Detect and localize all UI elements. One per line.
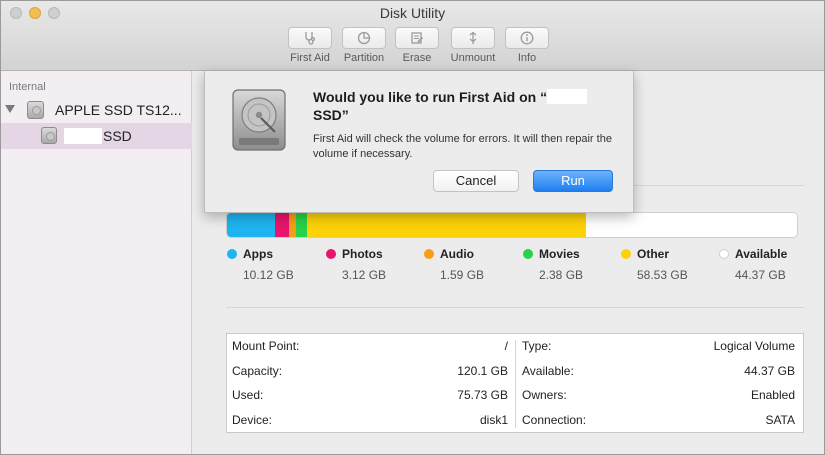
- info-value: SATA: [765, 413, 795, 427]
- legend-size: 2.38 GB: [539, 268, 584, 282]
- legend-dot: [227, 249, 237, 259]
- first-aid-button[interactable]: [288, 27, 332, 49]
- info-label: Info: [517, 52, 537, 64]
- dialog-title: Would you like to run First Aid on “ SSD”: [313, 88, 623, 124]
- legend-name: Audio: [440, 247, 474, 261]
- info-row-used: Used: 75.73 GB: [227, 383, 516, 408]
- hard-drive-icon: [232, 89, 286, 151]
- legend-name: Available: [735, 247, 788, 261]
- info-row-capacity: Capacity: 120.1 GB: [227, 359, 516, 384]
- disclosure-triangle-icon[interactable]: [5, 105, 15, 113]
- sidebar-volume-label: SSD: [103, 128, 132, 144]
- partition-button[interactable]: [342, 27, 386, 49]
- hard-drive-icon: [27, 101, 44, 119]
- dialog-title-prefix: Would you like to run First Aid on “: [313, 89, 548, 105]
- info-icon: [520, 31, 534, 45]
- redacted-volume-name: [547, 89, 588, 104]
- info-key: Type:: [522, 339, 552, 353]
- legend-dot: [621, 249, 631, 259]
- partition-icon: [357, 31, 371, 45]
- legend-dot: [326, 249, 336, 259]
- info-row-mount-point: Mount Point: /: [227, 334, 516, 359]
- info-key: Owners:: [522, 388, 567, 402]
- erase-label: Erase: [402, 52, 432, 64]
- storage-usage-bar: [226, 212, 798, 238]
- legend-dot: [719, 249, 729, 259]
- info-value: /: [504, 339, 508, 353]
- toolbar-unmount[interactable]: Unmount: [447, 27, 499, 64]
- usage-segment-other: [307, 213, 586, 237]
- info-key: Used:: [232, 388, 264, 402]
- sidebar-section-internal: Internal: [9, 81, 46, 93]
- toolbar-info[interactable]: Info: [501, 27, 553, 64]
- toolbar-partition[interactable]: Partition: [338, 27, 390, 64]
- dialog-title-suffix: SSD”: [313, 107, 349, 123]
- partition-label: Partition: [343, 52, 385, 64]
- legend-dot: [523, 249, 533, 259]
- disk-utility-window: Disk Utility First Aid Partition Erase U…: [0, 0, 825, 455]
- usage-segment-audio: [289, 213, 296, 237]
- usage-segment-available: [586, 213, 797, 237]
- info-row-connection: Connection: SATA: [516, 408, 805, 433]
- info-value: disk1: [479, 413, 508, 427]
- legend-size: 1.59 GB: [440, 268, 485, 282]
- info-value: Logical Volume: [713, 339, 795, 353]
- usage-segment-movies: [296, 213, 307, 237]
- toolbar-first-aid[interactable]: First Aid: [284, 27, 336, 64]
- sidebar-disk-label: APPLE SSD TS12...: [55, 102, 182, 118]
- sidebar-item-disk[interactable]: APPLE SSD TS12...: [1, 97, 192, 123]
- info-row-owners: Owners: Enabled: [516, 383, 805, 408]
- run-button[interactable]: Run: [533, 170, 613, 192]
- info-key: Capacity:: [232, 364, 283, 378]
- separator: [226, 307, 804, 308]
- first-aid-label: First Aid: [290, 52, 330, 64]
- info-row-type: Type: Logical Volume: [516, 334, 805, 359]
- legend-size: 10.12 GB: [243, 268, 294, 282]
- legend-name: Other: [637, 247, 670, 261]
- window-title: Disk Utility: [379, 5, 446, 21]
- usage-segment-photos: [275, 213, 289, 237]
- volume-icon: [41, 127, 57, 144]
- legend-dot: [424, 249, 434, 259]
- legend-size: 58.53 GB: [637, 268, 688, 282]
- first-aid-dialog: Would you like to run First Aid on “ SSD”…: [204, 71, 634, 213]
- info-button[interactable]: [505, 27, 549, 49]
- info-key: Device:: [232, 413, 273, 427]
- info-column-left: Mount Point: / Capacity: 120.1 GB Used: …: [227, 334, 516, 432]
- volume-info-table: Mount Point: / Capacity: 120.1 GB Used: …: [226, 333, 804, 433]
- dialog-message: First Aid will check the volume for erro…: [313, 133, 612, 160]
- legend-name: Apps: [243, 247, 273, 261]
- info-row-device: Device: disk1: [227, 408, 516, 433]
- info-row-available: Available: 44.37 GB: [516, 359, 805, 384]
- legend-size: 3.12 GB: [342, 268, 387, 282]
- unmount-label: Unmount: [450, 52, 496, 64]
- unmount-button[interactable]: [451, 27, 495, 49]
- stethoscope-icon: [305, 32, 316, 45]
- unmount-icon: [469, 31, 477, 44]
- legend-name: Photos: [342, 247, 383, 261]
- legend-size: 44.37 GB: [735, 268, 786, 282]
- toolbar-erase[interactable]: Erase: [391, 27, 443, 64]
- legend-name: Movies: [539, 247, 580, 261]
- info-value: 44.37 GB: [744, 364, 795, 378]
- cancel-button[interactable]: Cancel: [433, 170, 519, 192]
- info-key: Connection:: [522, 413, 587, 427]
- info-key: Mount Point:: [232, 339, 300, 353]
- erase-icon: [411, 32, 424, 44]
- title-bar: Disk Utility First Aid Partition Erase U…: [1, 1, 824, 71]
- info-value: 120.1 GB: [457, 364, 508, 378]
- usage-segment-apps: [227, 213, 275, 237]
- info-value: Enabled: [750, 388, 795, 402]
- redacted-volume-name: [64, 128, 102, 144]
- erase-button[interactable]: [395, 27, 439, 49]
- info-key: Available:: [522, 364, 574, 378]
- info-value: 75.73 GB: [457, 388, 508, 402]
- sidebar: Internal APPLE SSD TS12... SSD: [1, 71, 192, 454]
- sidebar-item-volume[interactable]: SSD: [1, 123, 192, 149]
- info-column-right: Type: Logical Volume Available: 44.37 GB…: [516, 334, 805, 432]
